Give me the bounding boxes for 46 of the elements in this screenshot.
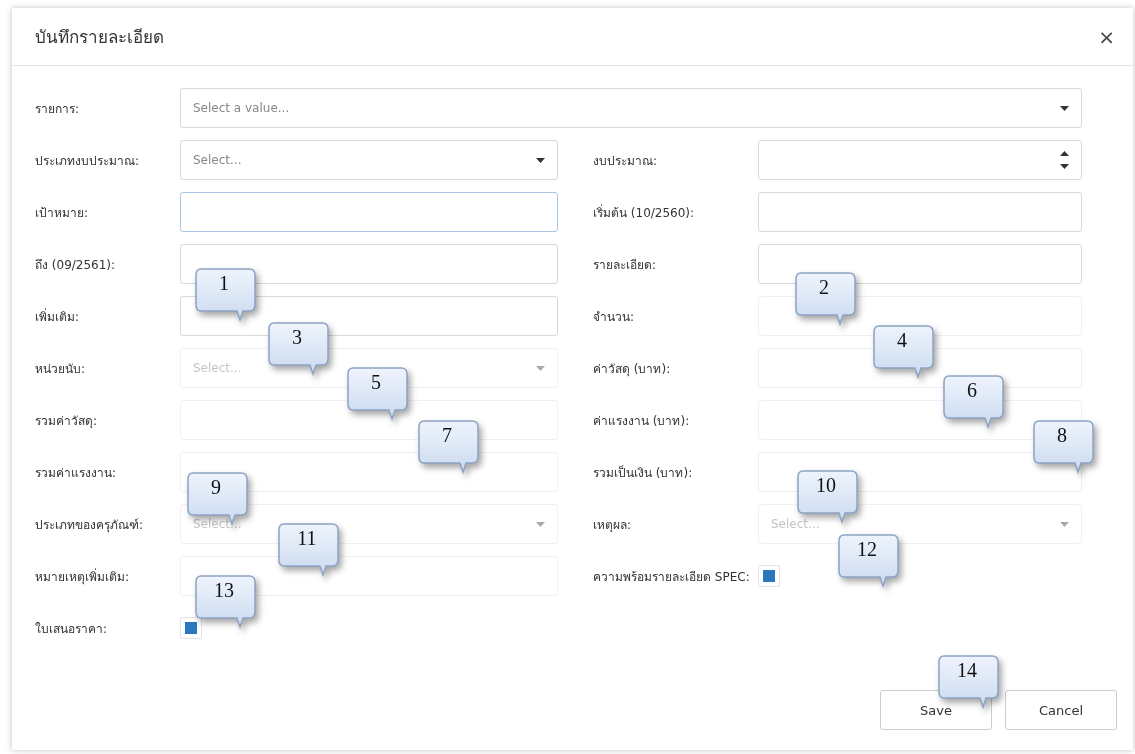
field-label: รายละเอียด: (593, 256, 658, 273)
field-label: เพิ่มเติม: (35, 307, 81, 325)
field-label: งบประมาณ: (593, 152, 659, 169)
field-label: หน่วยนับ: (35, 360, 87, 377)
dialog-button[interactable]: Cancel (1005, 690, 1117, 730)
field-label: ใบเสนอราคา: (35, 620, 109, 637)
field-label: เป้าหมาย: (35, 204, 90, 221)
field-label: รวมค่าแรงงาน: (35, 464, 118, 481)
field-label: รวมค่าวัสดุ: (35, 412, 99, 429)
number-tooltip: 12 (838, 534, 902, 588)
number-tooltip: 3 (268, 322, 332, 376)
caret-down-icon[interactable] (1060, 105, 1069, 111)
number-tooltip: 6 (943, 375, 1007, 429)
caret-up-icon[interactable] (1060, 151, 1069, 156)
number-field[interactable] (758, 140, 1082, 180)
number-tooltip: 8 (1033, 420, 1097, 474)
caret-down-icon[interactable] (1060, 164, 1069, 169)
dropdown-field[interactable]: Select... (180, 140, 558, 180)
number-tooltip: 2 (795, 272, 859, 326)
number-tooltip: 7 (418, 420, 482, 474)
checkbox[interactable] (758, 565, 780, 587)
field-label: ถึง (09/2561): (35, 256, 117, 273)
dropdown-field[interactable]: Select a value... (180, 88, 1082, 128)
checkbox[interactable] (180, 617, 202, 639)
dialog-title: บันทึกรายละเอียด (35, 26, 164, 49)
number-tooltip: 11 (278, 523, 342, 577)
field-label: ความพร้อมรายละเอียด SPEC: (593, 568, 751, 585)
number-tooltip: 4 (873, 325, 937, 379)
field-label: ค่าวัสดุ (บาท): (593, 360, 672, 377)
number-tooltip: 1 (195, 268, 259, 322)
number-tooltip: 5 (347, 367, 411, 421)
field-label: จำนวน: (593, 308, 636, 325)
field-label: ค่าแรงงาน (บาท): (593, 412, 691, 429)
caret-down-icon[interactable] (536, 157, 545, 163)
field-label: รายการ: (35, 100, 81, 117)
number-tooltip: 14 (938, 655, 1002, 709)
input-field[interactable] (758, 192, 1082, 232)
field-label: เหตุผล: (593, 516, 633, 533)
field-label: เริ่มต้น (10/2560): (593, 203, 696, 221)
field-label: ประเภทของครุภัณฑ์: (35, 516, 145, 533)
input-field[interactable] (180, 192, 558, 232)
field-label: รวมเป็นเงิน (บาท): (593, 464, 694, 481)
number-tooltip: 13 (195, 575, 259, 629)
close-button[interactable]: × (1094, 24, 1119, 49)
field-label: ประเภทงบประมาณ: (35, 152, 141, 169)
field-label: หมายเหตุเพิ่มเติม: (35, 567, 131, 585)
